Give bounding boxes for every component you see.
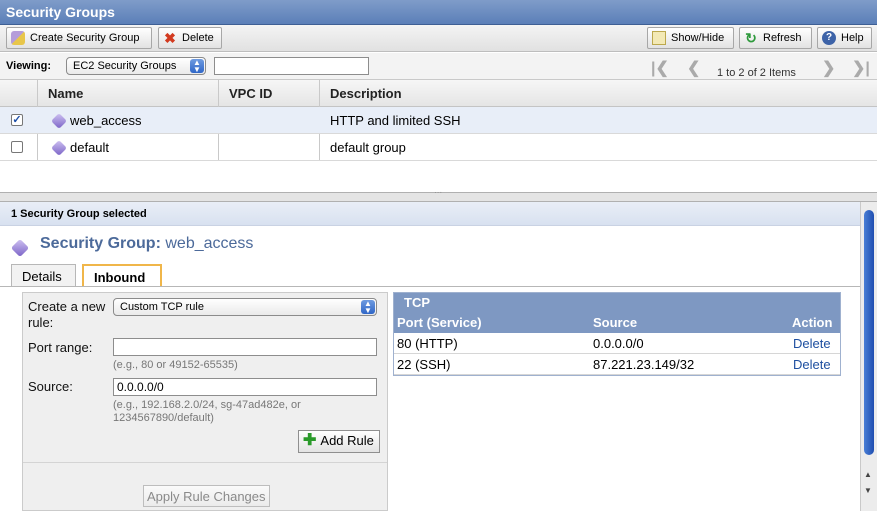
rules-header: TCP Port (Service) Source Action bbox=[394, 293, 840, 333]
column-header-vpc-id[interactable]: VPC ID bbox=[229, 86, 272, 101]
security-group-icon bbox=[51, 140, 67, 156]
create-security-group-label: Create Security Group bbox=[30, 32, 140, 44]
security-group-icon bbox=[51, 113, 67, 129]
port-range-label: Port range: bbox=[28, 340, 93, 355]
rule-delete-link[interactable]: Delete bbox=[793, 336, 831, 351]
source-hint-line1: (e.g., 192.168.2.0/24, sg-47ad482e, or bbox=[113, 399, 301, 411]
show-hide-label: Show/Hide bbox=[671, 32, 725, 44]
rule-port: 80 (HTTP) bbox=[397, 336, 458, 351]
delete-button[interactable]: ✖ Delete bbox=[158, 27, 222, 49]
source-label: Source: bbox=[28, 379, 73, 394]
last-page-icon[interactable]: ❯| bbox=[852, 58, 870, 78]
rule-source: 0.0.0.0/0 bbox=[593, 336, 644, 351]
table-row[interactable]: default default group bbox=[0, 134, 877, 161]
detail-pane: 1 Security Group selected Security Group… bbox=[0, 201, 877, 511]
rule-type-select[interactable]: Custom TCP rule ▲ ▼ bbox=[113, 298, 377, 316]
add-rule-label: Add Rule bbox=[320, 433, 374, 448]
first-page-icon[interactable]: |❮ bbox=[651, 58, 669, 78]
help-label: Help bbox=[841, 32, 864, 44]
table-row[interactable]: ✓ web_access HTTP and limited SSH bbox=[0, 107, 877, 134]
column-header-description[interactable]: Description bbox=[330, 86, 402, 101]
refresh-label: Refresh bbox=[763, 32, 802, 44]
inbound-rules-table: TCP Port (Service) Source Action 80 (HTT… bbox=[393, 292, 841, 376]
prev-page-icon[interactable]: ❮ bbox=[687, 58, 700, 78]
rules-header-source: Source bbox=[593, 315, 638, 330]
pane-splitter[interactable]: ˙˙˙ bbox=[0, 192, 877, 201]
protocol-label: TCP bbox=[404, 295, 430, 310]
port-range-hint: (e.g., 80 or 49152-65535) bbox=[113, 359, 238, 371]
select-arrows-icon: ▲ ▼ bbox=[361, 300, 375, 315]
plus-icon: ✚ bbox=[303, 432, 317, 449]
help-icon: ? bbox=[822, 31, 836, 45]
create-rule-form: Create a new rule: Custom TCP rule ▲ ▼ Po… bbox=[22, 292, 388, 511]
select-arrows-icon: ▲ ▼ bbox=[190, 59, 204, 74]
refresh-button[interactable]: ↻ Refresh bbox=[739, 27, 812, 49]
create-rule-label: Create a new rule: bbox=[28, 299, 106, 330]
row-checkbox[interactable] bbox=[11, 141, 23, 153]
search-input[interactable] bbox=[214, 57, 369, 75]
form-divider bbox=[23, 462, 387, 463]
show-hide-icon bbox=[652, 31, 666, 45]
row-description: HTTP and limited SSH bbox=[330, 113, 461, 128]
rule-port: 22 (SSH) bbox=[397, 357, 451, 372]
column-header-name[interactable]: Name bbox=[48, 86, 83, 101]
create-security-group-button[interactable]: Create Security Group bbox=[6, 27, 152, 49]
detail-scrollbar[interactable]: ▲ ▼ bbox=[860, 202, 877, 511]
tab-inbound[interactable]: Inbound bbox=[82, 264, 162, 287]
refresh-icon: ↻ bbox=[745, 30, 757, 46]
port-range-input[interactable] bbox=[113, 338, 377, 356]
detail-heading: Security Group: web_access bbox=[40, 235, 253, 253]
selection-status: 1 Security Group selected bbox=[0, 202, 860, 226]
filter-bar: Viewing: EC2 Security Groups ▲ ▼ |❮ ❮ 1 t… bbox=[0, 53, 877, 80]
grid-header: Name VPC ID Description bbox=[0, 80, 877, 107]
viewing-select-value: EC2 Security Groups bbox=[73, 60, 177, 72]
detail-heading-prefix: Security Group: bbox=[40, 235, 161, 252]
source-input[interactable]: 0.0.0.0/0 bbox=[113, 378, 377, 396]
rule-source: 87.221.23.149/32 bbox=[593, 357, 695, 372]
rule-row: 22 (SSH) 87.221.23.149/32 Delete bbox=[394, 354, 840, 375]
rule-type-value: Custom TCP rule bbox=[120, 301, 204, 313]
source-hint-line2: 1234567890/default) bbox=[113, 412, 214, 424]
delete-x-icon: ✖ bbox=[164, 30, 176, 46]
scroll-down-icon[interactable]: ▼ bbox=[864, 486, 872, 495]
toolbar: Create Security Group ✖ Delete Show/Hide… bbox=[0, 25, 877, 52]
row-description: default group bbox=[330, 140, 406, 155]
row-name: default bbox=[70, 140, 110, 155]
pager-text: 1 to 2 of 2 Items bbox=[717, 67, 796, 79]
apply-rule-changes-button[interactable]: Apply Rule Changes bbox=[143, 485, 270, 507]
rule-row: 80 (HTTP) 0.0.0.0/0 Delete bbox=[394, 333, 840, 354]
detail-heading-name: web_access bbox=[165, 235, 254, 252]
add-rule-button[interactable]: ✚ Add Rule bbox=[298, 430, 380, 453]
scrollbar-thumb[interactable] bbox=[864, 210, 874, 455]
security-groups-grid: Name VPC ID Description ✓ web_access HTT… bbox=[0, 80, 877, 193]
security-group-icon bbox=[10, 238, 30, 258]
row-checkbox-checked[interactable]: ✓ bbox=[11, 114, 23, 126]
viewing-label: Viewing: bbox=[6, 60, 52, 72]
rules-header-action: Action bbox=[792, 315, 833, 330]
show-hide-button[interactable]: Show/Hide bbox=[647, 27, 734, 49]
rules-header-port: Port (Service) bbox=[397, 315, 482, 330]
tab-details[interactable]: Details bbox=[11, 264, 76, 287]
window-title: Security Groups bbox=[0, 0, 877, 25]
scroll-up-icon[interactable]: ▲ bbox=[864, 470, 872, 479]
tab-underline bbox=[0, 286, 860, 287]
help-button[interactable]: ? Help bbox=[817, 27, 872, 49]
row-name: web_access bbox=[70, 113, 142, 128]
next-page-icon[interactable]: ❯ bbox=[822, 58, 835, 78]
rule-delete-link[interactable]: Delete bbox=[793, 357, 831, 372]
create-group-icon bbox=[11, 31, 25, 45]
delete-label: Delete bbox=[182, 32, 214, 44]
viewing-select[interactable]: EC2 Security Groups ▲ ▼ bbox=[66, 57, 206, 75]
